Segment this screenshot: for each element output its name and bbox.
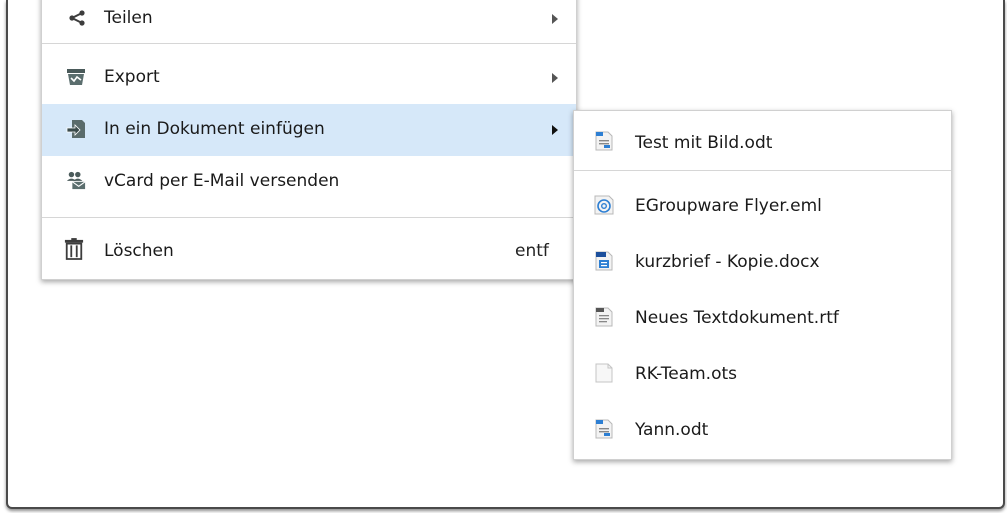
submenu-arrow-icon (552, 125, 558, 135)
submenu-item-label: RK-Team.ots (635, 364, 738, 384)
trash-icon (64, 238, 84, 260)
submenu-arrow-icon (552, 14, 558, 24)
menu-item-export[interactable]: Export (42, 52, 576, 104)
menu-item-label: Export (104, 67, 160, 87)
menu-separator (42, 217, 576, 218)
shortcut-label: entf (515, 241, 549, 261)
submenu-item[interactable]: RK-Team.ots (574, 345, 951, 401)
submenu-item[interactable]: Test mit Bild.odt (574, 113, 951, 169)
menu-item-insert-document[interactable]: In ein Dokument einfügen (42, 104, 576, 156)
menu-item-vcard-email[interactable]: vCard per E-Mail versenden (42, 156, 576, 208)
menu-item-delete[interactable]: Löschen entf (42, 227, 576, 277)
export-icon (66, 67, 86, 87)
submenu-item-label: EGroupware Flyer.eml (635, 196, 822, 216)
odt-file-icon (594, 419, 614, 439)
submenu-item-label: Test mit Bild.odt (635, 133, 773, 153)
document-submenu: Test mit Bild.odt EGroupware Flyer.eml k… (573, 110, 952, 460)
eml-file-icon (594, 195, 614, 215)
context-menu: Teilen Export In ein Dokument einfügen v… (41, 0, 577, 280)
submenu-item-label: Neues Textdokument.rtf (635, 308, 839, 328)
submenu-item[interactable]: Neues Textdokument.rtf (574, 289, 951, 345)
odt-file-icon (594, 131, 614, 151)
submenu-arrow-icon (552, 73, 558, 83)
ots-file-icon (594, 363, 614, 383)
menu-separator (42, 43, 576, 44)
vcard-mail-icon (66, 170, 86, 190)
menu-separator (574, 170, 951, 171)
submenu-item[interactable]: EGroupware Flyer.eml (574, 177, 951, 233)
docx-file-icon (594, 251, 614, 271)
insert-document-icon (66, 119, 86, 139)
menu-item-label: Löschen (104, 241, 174, 261)
submenu-item[interactable]: Yann.odt (574, 401, 951, 457)
share-icon (67, 8, 87, 28)
submenu-item-label: kurzbrief - Kopie.docx (635, 252, 820, 272)
menu-item-share[interactable]: Teilen (42, 0, 576, 42)
rtf-file-icon (594, 307, 614, 327)
menu-item-label: Teilen (104, 8, 153, 28)
submenu-item-label: Yann.odt (635, 420, 709, 440)
menu-item-label: In ein Dokument einfügen (104, 119, 325, 139)
submenu-item[interactable]: kurzbrief - Kopie.docx (574, 233, 951, 289)
menu-item-label: vCard per E-Mail versenden (104, 171, 340, 191)
